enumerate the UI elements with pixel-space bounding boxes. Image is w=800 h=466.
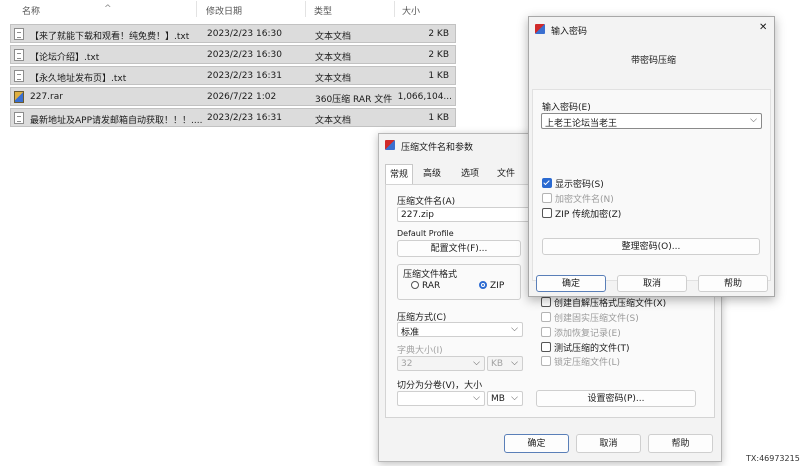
text-file-icon	[14, 70, 24, 82]
file-row[interactable]: 【来了就能下载和观看！纯免费！】.txt 2023/2/23 16:30 文本文…	[10, 24, 456, 43]
file-row[interactable]: 227.rar 2026/7/22 1:02 360压缩 RAR 文件 1,06…	[10, 87, 456, 106]
column-header-date[interactable]: 修改日期	[206, 4, 242, 17]
file-type: 文本文档	[315, 116, 352, 126]
text-file-icon	[14, 112, 24, 124]
split-unit-select[interactable]: MB ⌵	[487, 391, 523, 406]
file-type: 360压缩 RAR 文件	[315, 95, 393, 105]
checkbox-unchecked	[542, 193, 552, 203]
option-lock-archive: 锁定压缩文件(L)	[541, 355, 620, 368]
dialog-heading: 带密码压缩	[631, 56, 677, 66]
archive-name-input[interactable]: 227.zip	[397, 207, 537, 222]
cancel-button[interactable]: 取消	[576, 434, 641, 453]
column-divider[interactable]	[196, 1, 197, 17]
file-date: 2026/7/22 1:02	[207, 92, 277, 102]
option-recovery-record: 添加恢复记录(E)	[541, 326, 621, 339]
profile-button[interactable]: 配置文件(F)...	[397, 240, 521, 257]
file-size: 2 KB	[428, 50, 449, 60]
option-encrypt-filenames: 加密文件名(N)	[542, 192, 614, 205]
chevron-down-icon: ⌵	[511, 393, 518, 403]
option-solid-archive: 创建固实压缩文件(S)	[541, 311, 639, 324]
chevron-down-icon: ⌵	[511, 324, 518, 334]
winrar-icon	[385, 140, 395, 150]
format-group-label: 压缩文件格式	[403, 270, 458, 280]
file-name: 【永久地址发布页】.txt	[30, 74, 127, 84]
option-create-sfx[interactable]: 创建自解压格式压缩文件(X)	[541, 296, 666, 309]
rar-archive-icon	[14, 91, 24, 103]
file-row[interactable]: 【永久地址发布页】.txt 2023/2/23 16:31 文本文档 1 KB	[10, 66, 456, 85]
option-zip-legacy-encryption[interactable]: ZIP 传统加密(Z)	[542, 207, 621, 220]
tab-advanced[interactable]: 高级	[419, 164, 445, 184]
dict-unit-select: KB ⌵	[487, 356, 523, 371]
cancel-button[interactable]: 取消	[617, 275, 687, 292]
ok-button[interactable]: 确定	[504, 434, 569, 453]
organize-passwords-button[interactable]: 整理密码(O)...	[542, 238, 760, 255]
file-date: 2023/2/23 16:30	[207, 50, 282, 60]
file-name: 最新地址及APP请发邮箱自动获取！！！....	[30, 116, 203, 126]
profile-label: Default Profile	[397, 229, 454, 238]
dict-size-select: 32 ⌵	[397, 356, 485, 371]
archive-name-label: 压缩文件名(A)	[397, 197, 456, 207]
checkbox-unchecked	[542, 208, 552, 218]
help-button[interactable]: 帮助	[698, 275, 768, 292]
help-button[interactable]: 帮助	[648, 434, 713, 453]
file-size: 2 KB	[428, 29, 449, 39]
file-size: 1 KB	[428, 113, 449, 123]
column-divider[interactable]	[394, 1, 395, 17]
format-rar-radio[interactable]: RAR	[411, 281, 440, 291]
tab-options[interactable]: 选项	[457, 164, 483, 184]
file-type: 文本文档	[315, 32, 352, 42]
file-date: 2023/2/23 16:31	[207, 113, 282, 123]
sort-ascending-icon: ^	[104, 4, 112, 14]
password-input[interactable]: 上老王论坛当老王 ⌵	[541, 113, 762, 129]
split-size-input[interactable]: ⌵	[397, 391, 485, 406]
radio-unchecked	[411, 281, 419, 289]
chevron-down-icon: ⌵	[511, 358, 518, 368]
checkbox-unchecked	[541, 356, 551, 366]
set-password-button[interactable]: 设置密码(P)...	[536, 390, 696, 407]
file-date: 2023/2/23 16:31	[207, 71, 282, 81]
dict-size-label: 字典大小(I)	[397, 346, 443, 356]
file-name: 227.rar	[30, 92, 63, 102]
split-label: 切分为分卷(V)，大小	[397, 381, 483, 391]
column-header-size[interactable]: 大小	[402, 4, 420, 17]
file-list-header: 名称 ^ 修改日期 类型 大小	[0, 0, 460, 18]
watermark: TX:46973215	[746, 454, 800, 463]
checkbox-unchecked	[541, 342, 551, 352]
option-test-files[interactable]: 测试压缩的文件(T)	[541, 341, 630, 354]
password-dialog: 输入密码 ✕ 带密码压缩 输入密码(E) 上老王论坛当老王 ⌵ 显示密码(S) …	[528, 16, 775, 297]
checkbox-unchecked	[541, 327, 551, 337]
column-header-name[interactable]: 名称	[22, 4, 40, 17]
file-row[interactable]: 最新地址及APP请发邮箱自动获取！！！.... 2023/2/23 16:31 …	[10, 108, 456, 127]
text-file-icon	[14, 28, 24, 40]
close-icon[interactable]: ✕	[759, 22, 767, 33]
file-type: 文本文档	[315, 53, 352, 63]
tab-general[interactable]: 常规	[385, 164, 414, 185]
text-file-icon	[14, 49, 24, 61]
tab-files[interactable]: 文件	[493, 164, 519, 184]
file-name: 【论坛介绍】.txt	[30, 53, 100, 63]
option-show-password[interactable]: 显示密码(S)	[542, 177, 604, 190]
radio-checked	[479, 281, 487, 289]
method-select[interactable]: 标准 ⌵	[397, 322, 523, 338]
file-row[interactable]: 【论坛介绍】.txt 2023/2/23 16:30 文本文档 2 KB	[10, 45, 456, 64]
checkbox-checked	[542, 178, 552, 188]
winrar-icon	[535, 24, 545, 34]
dialog-title: 输入密码	[551, 27, 588, 37]
format-zip-radio[interactable]: ZIP	[479, 281, 504, 291]
file-size: 1 KB	[428, 71, 449, 81]
file-name: 【来了就能下载和观看！纯免费！】.txt	[30, 32, 190, 42]
column-divider[interactable]	[305, 1, 306, 17]
chevron-down-icon: ⌵	[750, 115, 757, 125]
column-header-type[interactable]: 类型	[314, 4, 332, 17]
checkbox-unchecked	[541, 312, 551, 322]
chevron-down-icon: ⌵	[473, 393, 480, 403]
file-date: 2023/2/23 16:30	[207, 29, 282, 39]
ok-button[interactable]: 确定	[536, 275, 606, 292]
password-label: 输入密码(E)	[542, 103, 591, 113]
checkbox-unchecked	[541, 297, 551, 307]
dialog-title: 压缩文件名和参数	[401, 143, 474, 153]
file-size: 1,066,104...	[397, 92, 452, 102]
chevron-down-icon: ⌵	[473, 358, 480, 368]
file-type: 文本文档	[315, 74, 352, 84]
